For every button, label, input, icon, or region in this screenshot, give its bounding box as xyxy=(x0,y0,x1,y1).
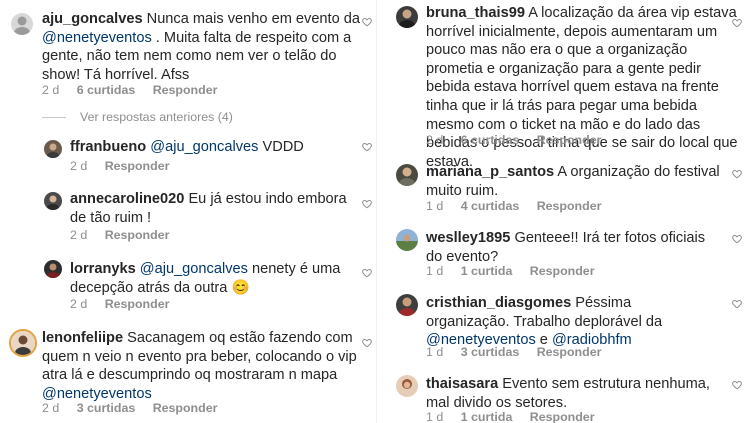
comment-time: 2 d xyxy=(70,159,88,173)
like-heart-icon[interactable] xyxy=(732,169,742,179)
likes-count[interactable]: 4 curtidas xyxy=(461,199,520,213)
comment-time: 1 d xyxy=(426,264,444,278)
comment-time: 1 d xyxy=(426,410,444,423)
like-heart-icon[interactable] xyxy=(362,17,372,27)
likes-count[interactable]: 3 curtidas xyxy=(461,345,520,359)
comment-lenonfeliipe: lenonfeliipe Sacanagem oq estão fazendo … xyxy=(0,326,376,423)
reply-button[interactable]: Responder xyxy=(537,199,602,213)
comment-meta: 1 d 1 curtida Responder xyxy=(426,410,609,423)
comment-body: annecaroline020 Eu já estou indo embora … xyxy=(70,190,360,227)
comment-body: lorranyks @aju_goncalves nenety é uma de… xyxy=(70,260,360,297)
mention-link[interactable]: @nenetyeventos xyxy=(42,30,152,46)
reply-button[interactable]: Responder xyxy=(530,410,595,423)
likes-count[interactable]: 6 curtidas xyxy=(461,133,520,147)
avatar[interactable] xyxy=(396,229,418,251)
mention-link[interactable]: @aju_goncalves xyxy=(140,261,248,277)
comment-time: 2 d xyxy=(42,83,60,97)
comment-meta: 2 d Responder xyxy=(70,159,183,173)
comment-meta: 2 d Responder xyxy=(70,228,183,242)
comment-username[interactable]: mariana_p_santos xyxy=(426,164,554,180)
avatar[interactable] xyxy=(396,375,418,397)
avatar[interactable] xyxy=(396,294,418,316)
comment-meta: 2 d 6 curtidas Responder xyxy=(42,83,231,97)
like-heart-icon[interactable] xyxy=(732,380,742,390)
comment-username[interactable]: annecaroline020 xyxy=(70,191,184,207)
comment-time: 2 d xyxy=(426,133,444,147)
comment-time: 1 d xyxy=(426,199,444,213)
like-heart-icon[interactable] xyxy=(362,142,372,152)
comment-body: weslley1895 Genteee!! Irá ter fotos ofic… xyxy=(426,229,708,266)
comment-username[interactable]: lorranyks xyxy=(70,261,136,277)
comment-username[interactable]: bruna_thais99 xyxy=(426,5,525,21)
reply-annecaroline020: annecaroline020 Eu já estou indo embora … xyxy=(0,187,376,247)
like-heart-icon[interactable] xyxy=(732,18,742,28)
comment-weslley1895: weslley1895 Genteee!! Irá ter fotos ofic… xyxy=(376,224,750,284)
comment-aju-goncalves: aju_goncalves Nunca mais venho em evento… xyxy=(0,0,376,100)
comment-body: cristhian_diasgomes Péssima organização.… xyxy=(426,294,702,350)
comment-username[interactable]: weslley1895 xyxy=(426,230,510,246)
comment-time: 1 d xyxy=(426,345,444,359)
avatar[interactable] xyxy=(396,164,418,186)
reply-lorranyks: lorranyks @aju_goncalves nenety é uma de… xyxy=(0,257,376,317)
comment-body: aju_goncalves Nunca mais venho em evento… xyxy=(42,10,367,84)
reply-button[interactable]: Responder xyxy=(105,159,170,173)
comment-time: 2 d xyxy=(70,297,88,311)
view-previous-line xyxy=(42,117,66,119)
comment-body: mariana_p_santos A organização do festiv… xyxy=(426,163,726,200)
comment-text: Nunca mais venho em evento da xyxy=(146,11,361,27)
avatar[interactable] xyxy=(44,260,62,278)
like-heart-icon[interactable] xyxy=(732,234,742,244)
likes-count[interactable]: 3 curtidas xyxy=(77,401,136,415)
likes-count[interactable]: 1 curtida xyxy=(461,410,513,423)
comment-meta: 2 d 3 curtidas Responder xyxy=(42,401,231,415)
comment-cristhian-diasgomes: cristhian_diasgomes Péssima organização.… xyxy=(376,289,750,364)
reply-button[interactable]: Responder xyxy=(153,401,218,415)
reply-button[interactable]: Responder xyxy=(537,345,602,359)
comment-time: 2 d xyxy=(42,401,60,415)
comment-username[interactable]: thaisasara xyxy=(426,376,498,392)
like-heart-icon[interactable] xyxy=(362,268,372,278)
comment-body: ffranbueno @aju_goncalves VDDD xyxy=(70,138,366,157)
comment-meta: 2 d Responder xyxy=(70,297,183,311)
comment-thaisasara: thaisasara Evento sem estrutura nenhuma,… xyxy=(376,370,750,423)
likes-count[interactable]: 1 curtida xyxy=(461,264,513,278)
reply-button[interactable]: Responder xyxy=(153,83,218,97)
mention-link[interactable]: @aju_goncalves xyxy=(150,139,258,155)
view-previous-label[interactable]: Ver respostas anteriores (4) xyxy=(80,110,233,124)
comment-username[interactable]: aju_goncalves xyxy=(42,11,143,27)
comment-meta: 1 d 3 curtidas Responder xyxy=(426,345,615,359)
avatar[interactable] xyxy=(396,6,418,28)
reply-ffranbueno: ffranbueno @aju_goncalves VDDD 2 d Respo… xyxy=(0,135,376,177)
comment-mariana-p-santos: mariana_p_santos A organização do festiv… xyxy=(376,159,750,219)
comment-bruna-thais99: bruna_thais99 A localização da área vip … xyxy=(376,0,750,170)
reply-button[interactable]: Responder xyxy=(537,133,602,147)
comment-body: lenonfeliipe Sacanagem oq estão fazendo … xyxy=(42,329,370,403)
likes-count[interactable]: 6 curtidas xyxy=(77,83,136,97)
avatar[interactable] xyxy=(44,192,62,210)
like-heart-icon[interactable] xyxy=(732,299,742,309)
reply-button[interactable]: Responder xyxy=(105,228,170,242)
comment-body: thaisasara Evento sem estrutura nenhuma,… xyxy=(426,375,726,412)
view-previous-replies[interactable]: Ver respostas anteriores (4) xyxy=(42,110,233,124)
comment-username[interactable]: ffranbueno xyxy=(70,139,146,155)
comment-meta: 2 d 6 curtidas Responder xyxy=(426,133,615,147)
reply-button[interactable]: Responder xyxy=(530,264,595,278)
comment-username[interactable]: cristhian_diasgomes xyxy=(426,295,571,311)
right-comment-column: bruna_thais99 A localização da área vip … xyxy=(376,0,750,423)
avatar[interactable] xyxy=(11,13,33,35)
comment-time: 2 d xyxy=(70,228,88,242)
mention-link[interactable]: @nenetyeventos xyxy=(42,386,152,402)
reply-button[interactable]: Responder xyxy=(105,297,170,311)
comment-meta: 1 d 4 curtidas Responder xyxy=(426,199,615,213)
comment-meta: 1 d 1 curtida Responder xyxy=(426,264,609,278)
avatar[interactable] xyxy=(9,329,37,357)
left-comment-column: aju_goncalves Nunca mais venho em evento… xyxy=(0,0,376,423)
comment-text: VDDD xyxy=(258,139,304,155)
like-heart-icon[interactable] xyxy=(362,338,372,348)
like-heart-icon[interactable] xyxy=(362,199,372,209)
avatar[interactable] xyxy=(44,140,62,158)
comment-username[interactable]: lenonfeliipe xyxy=(42,330,123,346)
